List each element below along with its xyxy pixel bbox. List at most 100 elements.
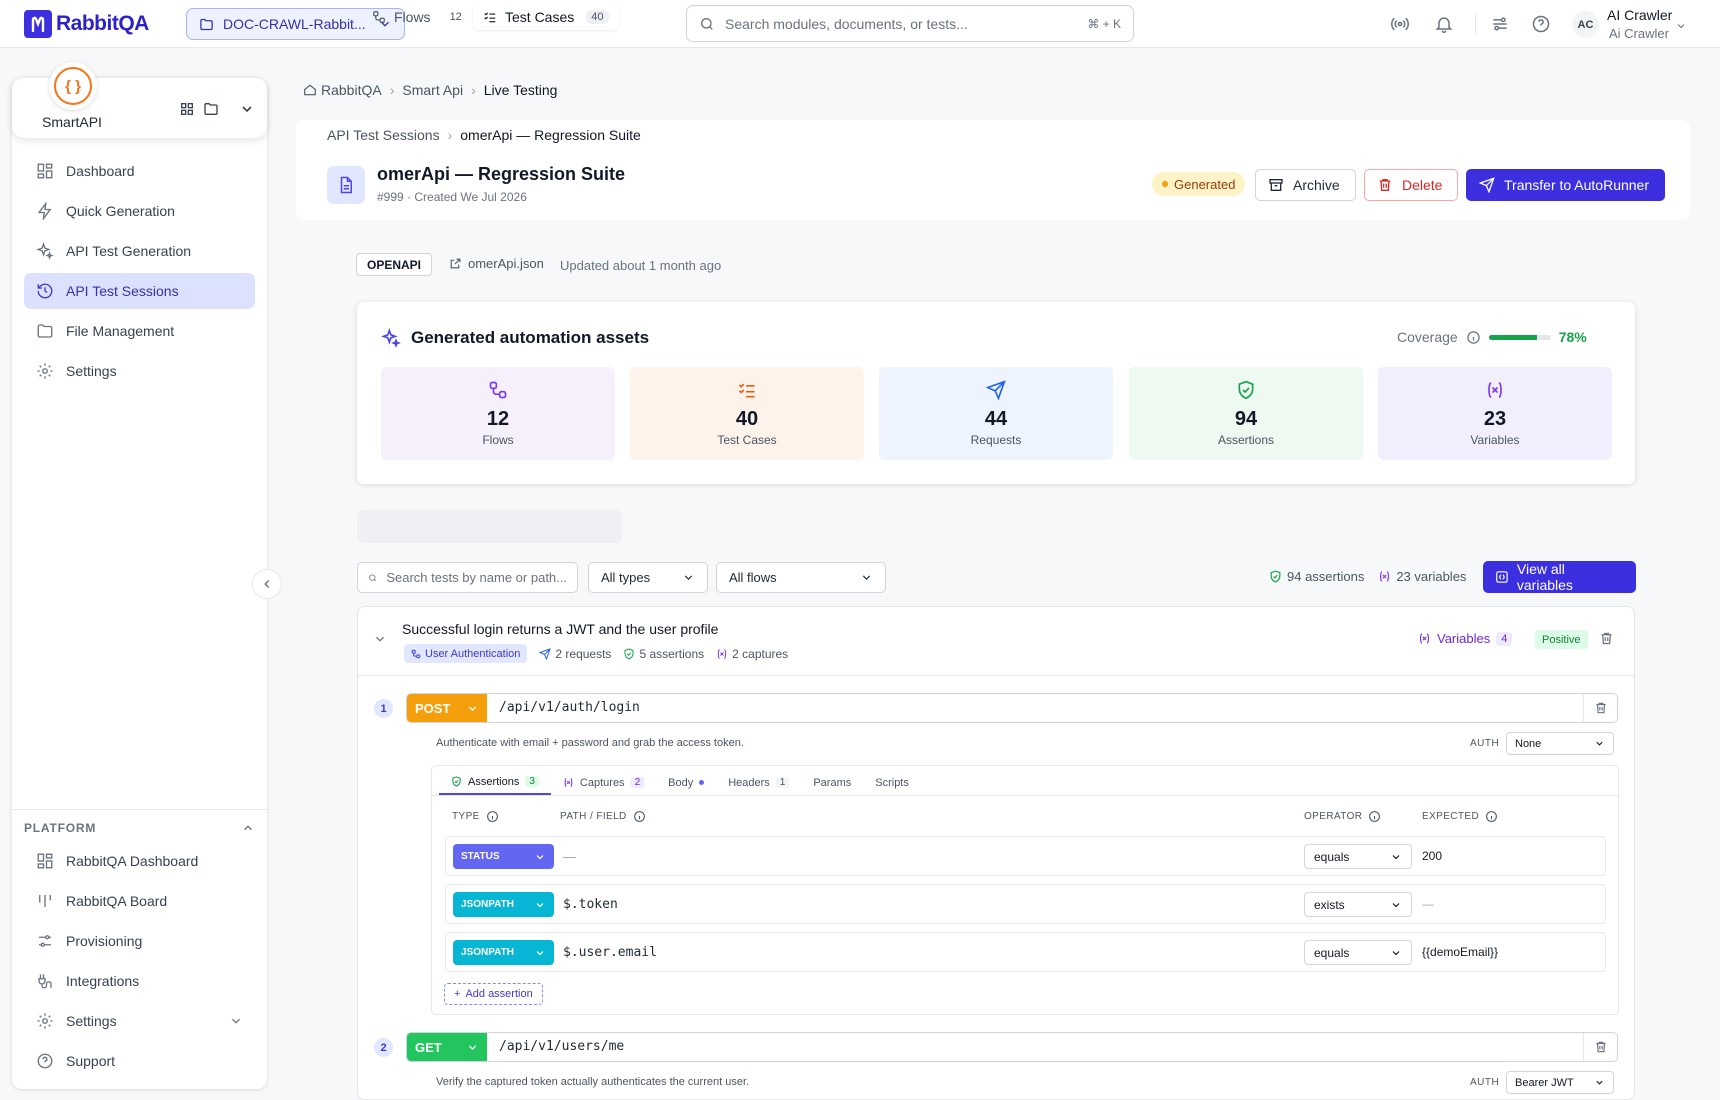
breadcrumb-session-current: omerApi — Regression Suite	[460, 127, 641, 143]
user-subtitle: Ai Crawler	[1609, 26, 1669, 41]
operator-select[interactable]: exists	[1304, 892, 1412, 917]
subtab-params[interactable]: Params	[801, 770, 863, 795]
info-icon[interactable]	[633, 810, 646, 823]
column-header-label: OPERATOR	[1304, 811, 1363, 822]
stat-card-flows[interactable]: 12 Flows	[381, 367, 615, 460]
type-filter-select[interactable]: All types	[588, 562, 708, 593]
platform-item-rabbitqa-board[interactable]: RabbitQA Board	[24, 883, 255, 919]
type-filter-value: All types	[601, 570, 651, 585]
breadcrumb-home[interactable]: RabbitQA	[321, 82, 382, 98]
platform-item-settings[interactable]: Settings	[24, 1003, 255, 1039]
platform-item-rabbitqa-dashboard[interactable]: RabbitQA Dashboard	[24, 843, 255, 879]
view-all-variables-button[interactable]: View all variables	[1483, 561, 1636, 593]
info-icon[interactable]	[1466, 330, 1481, 345]
assertion-path[interactable]: $.user.email	[563, 945, 657, 960]
assertion-path[interactable]: —	[563, 849, 576, 864]
tab-flows[interactable]: Flows 12	[362, 3, 477, 30]
assertion-type-select[interactable]: STATUS	[453, 844, 554, 869]
send-icon	[539, 647, 552, 660]
status-badge: Generated	[1152, 172, 1246, 196]
chevron-down-icon[interactable]	[239, 101, 255, 117]
test-search-input[interactable]: Search tests by name or path...	[357, 562, 578, 593]
subtab-assertions[interactable]: Assertions 3	[439, 770, 551, 795]
breadcrumb-sessions[interactable]: API Test Sessions	[327, 127, 440, 143]
spec-file-link[interactable]: omerApi.json	[449, 256, 544, 271]
spec-file-name: omerApi.json	[468, 256, 544, 271]
sidebar-item-file-management[interactable]: File Management	[24, 313, 255, 349]
sidebar-item-quick-generation[interactable]: Quick Generation	[24, 193, 255, 229]
subtab-scripts[interactable]: Scripts	[863, 770, 921, 795]
grid-icon[interactable]	[179, 101, 195, 117]
info-icon[interactable]	[486, 810, 499, 823]
info-icon[interactable]	[1485, 810, 1498, 823]
help-icon	[37, 1053, 53, 1069]
info-icon[interactable]	[1368, 810, 1381, 823]
delete-request-trash-icon[interactable]	[1583, 1033, 1617, 1061]
stat-card-variables[interactable]: 23 Variables	[1378, 367, 1612, 460]
sidebar-item-api-test-generation[interactable]: API Test Generation	[24, 233, 255, 269]
transfer-button[interactable]: Transfer to AutoRunner	[1466, 169, 1665, 201]
subtab-captures[interactable]: Captures 2	[551, 770, 656, 795]
platform-item-provisioning[interactable]: Provisioning	[24, 923, 255, 959]
body-indicator-dot	[699, 780, 705, 785]
collapse-test-chevron-icon[interactable]	[373, 632, 387, 646]
platform-section-header[interactable]: PLATFORM	[24, 818, 255, 838]
global-search[interactable]: Search modules, documents, or tests... ⌘…	[686, 5, 1134, 42]
delete-test-trash-icon[interactable]	[1599, 631, 1614, 646]
collapse-sidebar-button[interactable]	[252, 569, 282, 599]
stat-card-test-cases[interactable]: 40 Test Cases	[630, 367, 864, 460]
archive-button[interactable]: Archive	[1255, 169, 1356, 201]
test-variables-button[interactable]: Variables 4	[1418, 631, 1513, 646]
user-avatar[interactable]: AC	[1572, 11, 1599, 38]
method-select[interactable]: POST	[407, 694, 487, 722]
stat-card-requests[interactable]: 44 Requests	[879, 367, 1113, 460]
method-label: GET	[415, 1039, 442, 1055]
assertion-type-select[interactable]: JSONPATH	[453, 940, 554, 965]
auth-select[interactable]: None	[1506, 732, 1614, 755]
flow-filter-select[interactable]: All flows	[716, 562, 886, 593]
expected-value[interactable]: —	[1422, 897, 1434, 911]
rabbitqa-logo[interactable]: RabbitQA	[24, 10, 149, 38]
platform-item-integrations[interactable]: Integrations	[24, 963, 255, 999]
expected-value[interactable]: {{demoEmail}}	[1422, 945, 1498, 959]
subtab-body[interactable]: Body	[656, 770, 716, 795]
folder-icon	[200, 18, 213, 30]
user-name[interactable]: AI Crawler	[1607, 6, 1672, 25]
help-icon[interactable]	[1531, 14, 1551, 34]
chevron-down-icon	[536, 950, 544, 955]
breadcrumb-smart-api[interactable]: Smart Api	[402, 82, 463, 98]
delete-button[interactable]: Delete	[1364, 169, 1458, 201]
assertion-path[interactable]: $.token	[563, 897, 618, 912]
operator-select[interactable]: equals	[1304, 940, 1412, 965]
folder-icon	[37, 324, 53, 338]
test-case-meta: User Authentication 2 requests 5 asserti…	[404, 644, 788, 663]
tools-icon[interactable]	[1490, 14, 1510, 34]
test-case-title[interactable]: Successful login returns a JWT and the u…	[402, 621, 718, 637]
broadcast-icon[interactable]	[1390, 14, 1410, 34]
assertion-type-select[interactable]: JSONPATH	[453, 892, 554, 917]
tab-test-cases[interactable]: Test Cases 40	[473, 3, 619, 30]
method-select[interactable]: GET	[407, 1033, 487, 1061]
app-actions	[179, 101, 255, 117]
flow-tag[interactable]: User Authentication	[404, 644, 528, 663]
folder-open-icon[interactable]	[203, 101, 219, 117]
expected-value[interactable]: 200	[1422, 849, 1442, 863]
add-assertion-button[interactable]: + Add assertion	[444, 983, 543, 1005]
sidebar-item-dashboard[interactable]: Dashboard	[24, 153, 255, 189]
coverage-indicator: Coverage 78%	[1397, 329, 1587, 345]
chevron-down-icon	[684, 575, 693, 580]
user-menu-chevron-icon[interactable]	[1675, 20, 1687, 32]
session-breadcrumb: API Test Sessions › omerApi — Regression…	[327, 127, 641, 143]
subtab-headers[interactable]: Headers 1	[716, 770, 801, 795]
request-path-input[interactable]: /api/v1/auth/login	[499, 700, 640, 715]
sidebar-item-api-test-sessions[interactable]: API Test Sessions	[24, 273, 255, 309]
request-path-input[interactable]: /api/v1/users/me	[499, 1039, 624, 1054]
delete-request-trash-icon[interactable]	[1583, 694, 1617, 722]
sidebar-item-settings[interactable]: Settings	[24, 353, 255, 389]
chevron-down-icon	[1596, 1080, 1603, 1085]
platform-item-support[interactable]: Support	[24, 1043, 255, 1079]
stat-card-assertions[interactable]: 94 Assertions	[1129, 367, 1363, 460]
operator-select[interactable]: equals	[1304, 844, 1412, 869]
bell-icon[interactable]	[1434, 14, 1454, 34]
auth-select[interactable]: Bearer JWT	[1506, 1071, 1614, 1094]
